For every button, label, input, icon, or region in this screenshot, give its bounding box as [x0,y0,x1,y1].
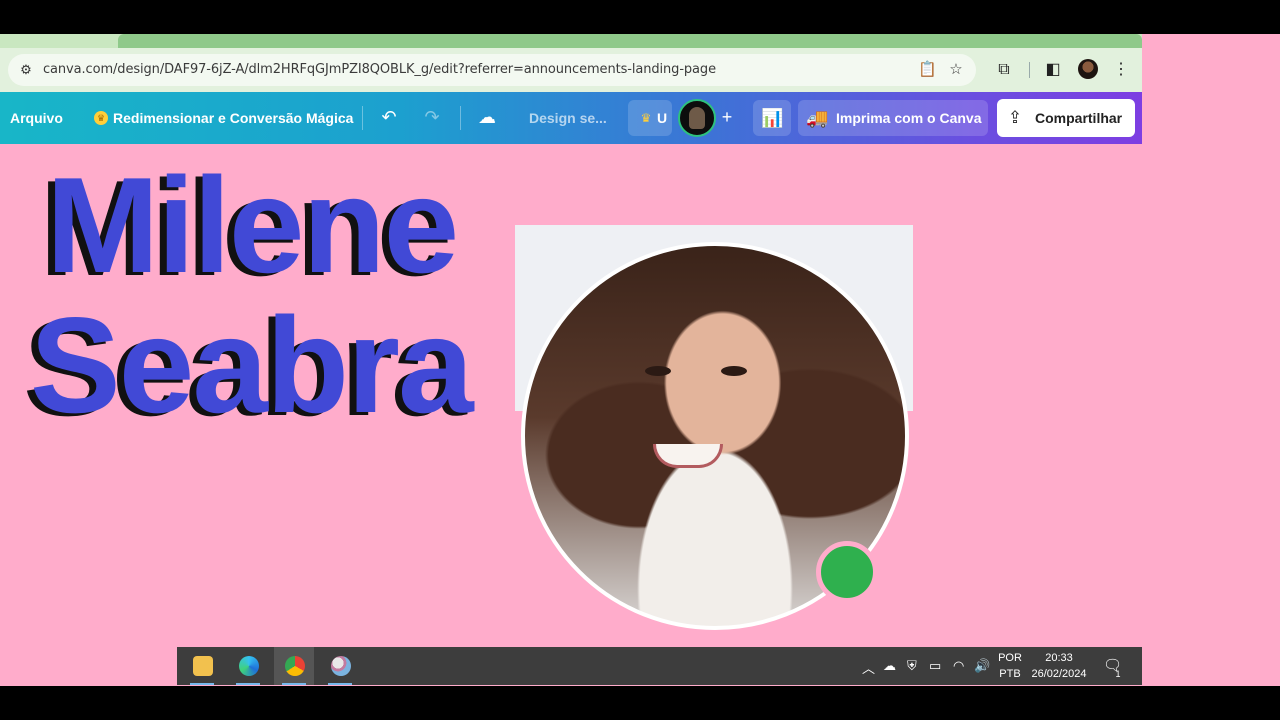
share-upload-icon: ⇪ [1007,108,1023,127]
truck-icon: 🚚 [806,108,829,128]
share-button[interactable]: ⇪ Compartilhar [997,99,1135,137]
clock-date[interactable]: 26/02/2024 [1029,668,1089,680]
collaborator-avatar[interactable] [678,99,716,137]
browser-toolbar: ⚙ canva.com/design/DAF97-6jZ-A/dlm2HRFqG… [0,48,1142,92]
photo-detail [721,366,747,376]
edge-icon [239,656,259,676]
undo-icon[interactable]: ↶ [378,106,400,128]
file-explorer-app[interactable] [182,647,222,685]
online-status-dot[interactable] [816,541,878,603]
header-divider [362,106,363,130]
battery-icon[interactable]: ▭ [929,658,941,674]
insights-button[interactable]: 📊 [753,100,791,136]
folder-icon [193,656,213,676]
tab-strip [0,34,1142,48]
site-settings-icon[interactable]: ⚙ [18,62,34,78]
edge-app[interactable] [228,647,268,685]
last-name-text[interactable]: Seabra [30,290,474,440]
header-divider [460,106,461,130]
upgrade-label: U [657,110,668,126]
crown-icon: ♛ [640,111,652,125]
chrome-app[interactable] [274,647,314,685]
bar-chart-icon: 📊 [761,108,784,128]
add-collaborator-icon[interactable]: + [716,106,738,128]
file-menu-button[interactable]: Arquivo [10,110,63,126]
security-shield-icon[interactable]: ⛨ [907,658,917,674]
profile-avatar[interactable] [1078,59,1098,79]
active-tab[interactable] [118,34,1142,48]
photo-detail [645,366,671,376]
menu-kebab-icon[interactable]: ⋮ [1111,60,1131,80]
bookmark-star-icon[interactable]: ☆ [947,61,965,79]
url-text[interactable]: canva.com/design/DAF97-6jZ-A/dlm2HRFqGJm… [43,62,716,77]
running-indicator [328,683,352,685]
screen: ⚙ canva.com/design/DAF97-6jZ-A/dlm2HRFqG… [0,0,1280,720]
language-code[interactable]: POR [995,652,1025,664]
wifi-icon[interactable]: ◠ [953,658,964,674]
onedrive-cloud-icon[interactable]: ☁ [883,658,896,674]
running-indicator [236,683,260,685]
running-indicator [282,683,306,685]
running-indicator [190,683,214,685]
redo-icon[interactable]: ↷ [421,106,443,128]
volume-icon[interactable]: 🔊 [974,658,990,674]
clock-time[interactable]: 20:33 [1029,652,1089,664]
clipboard-icon[interactable]: 📋 [918,61,937,79]
keyboard-layout[interactable]: PTB [995,668,1025,680]
share-label: Compartilhar [1035,110,1123,126]
toolbar-divider [1029,62,1030,78]
crown-icon: ♛ [94,111,108,125]
canva-header: Arquivo ♛ Redimensionar e Conversão Mági… [0,92,1142,144]
photo-detail [653,444,723,468]
paint-app[interactable] [320,647,360,685]
print-with-canva-button[interactable]: 🚚 Imprima com o Canva [798,100,988,136]
chrome-icon [285,656,305,676]
first-name-text[interactable]: Milene [46,150,459,300]
upgrade-button[interactable]: ♛ U [628,100,672,136]
address-bar[interactable]: ⚙ canva.com/design/DAF97-6jZ-A/dlm2HRFqG… [8,54,976,86]
side-panel-icon[interactable]: ◧ [1043,60,1063,80]
print-label: Imprima com o Canva [836,110,982,126]
chevron-up-icon[interactable]: ︿ [862,658,875,677]
cloud-save-icon[interactable]: ☁ [476,106,498,128]
taskbar: ︿ ☁ ⛨ ▭ ◠ 🔊 POR PTB 20:33 26/02/2024 🗨 1 [177,647,1142,685]
notification-count: 1 [1115,669,1121,679]
design-title[interactable]: Design se... [529,110,607,126]
extensions-icon[interactable]: ⧉ [994,60,1014,80]
paint-palette-icon [331,656,351,676]
resize-magic-button[interactable]: Redimensionar e Conversão Mágica [113,110,353,126]
